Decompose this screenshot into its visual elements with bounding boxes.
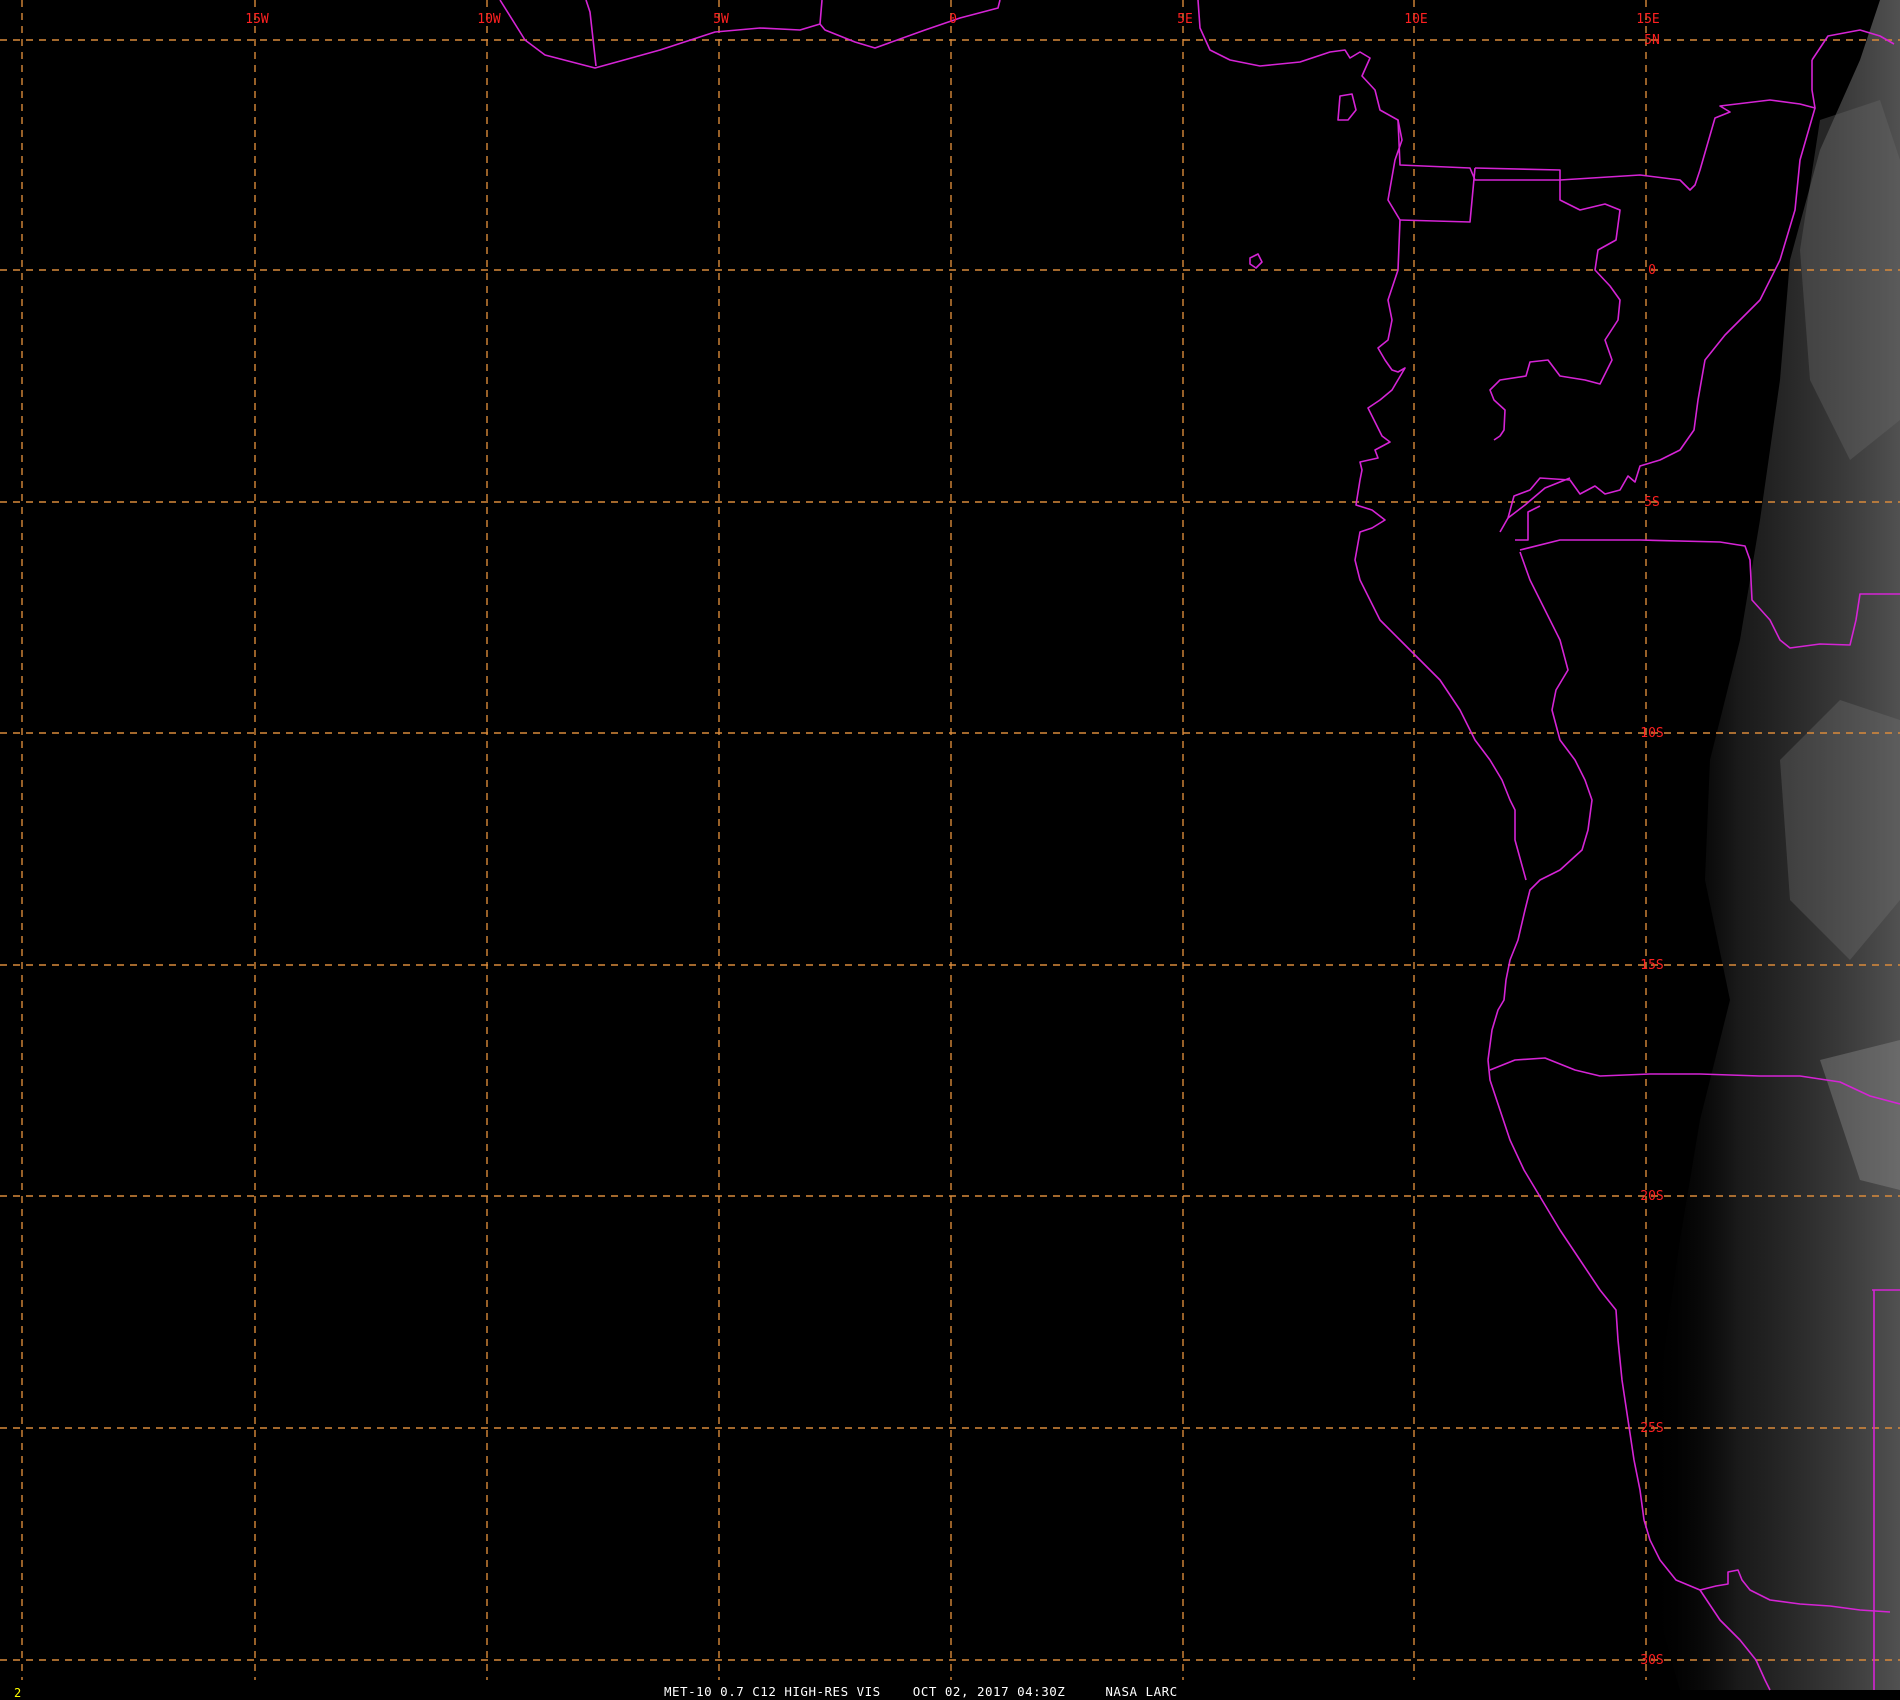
cameroon-border: [1397, 60, 1816, 191]
longitude-label: 0: [949, 12, 957, 27]
longitude-label: 5W: [713, 12, 729, 27]
latitude-label: 5S: [1644, 495, 1660, 510]
latitude-labels: 5N 0 5S 10S 15S 20S 25S 30S: [1640, 33, 1663, 1668]
latitude-label: 10S: [1640, 726, 1663, 741]
latitude-label: 20S: [1640, 1189, 1663, 1204]
graticule: [0, 0, 1900, 1680]
longitude-label: 15E: [1636, 12, 1659, 27]
longitude-label: 5E: [1177, 12, 1193, 27]
frame-number: 2: [14, 1686, 21, 1700]
gabon-border: [1474, 167, 1621, 441]
latitude-label: 15S: [1640, 958, 1663, 973]
latitude-label: 5N: [1644, 33, 1660, 48]
cabinda-border: [1507, 477, 1571, 519]
angola-coast: [1487, 551, 1593, 1061]
latitude-label: 0: [1648, 263, 1656, 278]
map-canvas: 15W 10W 5W 0 5E 10E 15E 5N 0 5S 10S 15S 20S 25S 30S 2…: [0, 0, 1900, 1700]
sao-tome-island: [1249, 253, 1263, 269]
drc-border: [1515, 505, 1541, 541]
west-africa-coast: [499, 0, 1001, 69]
latitude-label: 30S: [1640, 1653, 1663, 1668]
latitude-label: 25S: [1640, 1421, 1663, 1436]
longitude-label: 10E: [1404, 12, 1427, 27]
bioko-island: [1337, 93, 1357, 121]
longitude-label: 15W: [245, 12, 269, 27]
satellite-map: 15W 10W 5W 0 5E 10E 15E 5N 0 5S 10S 15S 20S 25S 30S 2…: [0, 0, 1900, 1700]
image-caption: MET-10 0.7 C12 HIGH-RES VIS OCT 02, 2017…: [664, 1684, 1178, 1699]
west-africa-coast: [585, 0, 597, 67]
border-line: [819, 0, 823, 25]
equatorial-guinea-border: [1399, 167, 1476, 223]
longitude-label: 10W: [477, 12, 501, 27]
gulf-of-guinea-coast: [1197, 0, 1527, 881]
longitude-labels: 15W 10W 5W 0 5E 10E 15E: [245, 12, 1659, 27]
